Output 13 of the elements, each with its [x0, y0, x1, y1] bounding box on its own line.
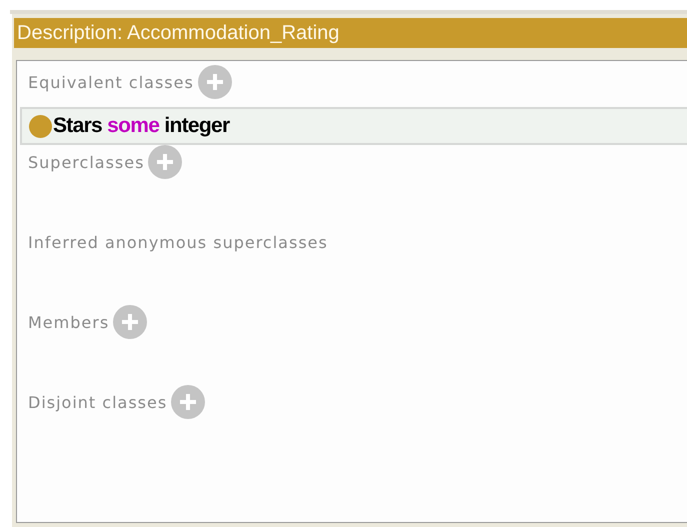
add-button[interactable] — [113, 305, 148, 339]
add-button[interactable] — [198, 65, 232, 99]
add-button[interactable] — [148, 145, 182, 179]
view-title: Description: Accommodation_Rating — [17, 22, 340, 44]
section-label: Inferred anonymous superclasses — [28, 232, 328, 252]
section-label: Disjoint classes — [28, 392, 168, 412]
section-label: Equivalent classes — [28, 72, 194, 92]
class-expression-row[interactable]: Stars some integer — [20, 107, 687, 145]
class-icon — [29, 114, 52, 138]
add-button[interactable] — [171, 385, 206, 419]
class-expression: Stars some integer — [53, 114, 230, 138]
section-label: Superclasses — [28, 152, 144, 172]
section-label: Members — [28, 312, 110, 332]
